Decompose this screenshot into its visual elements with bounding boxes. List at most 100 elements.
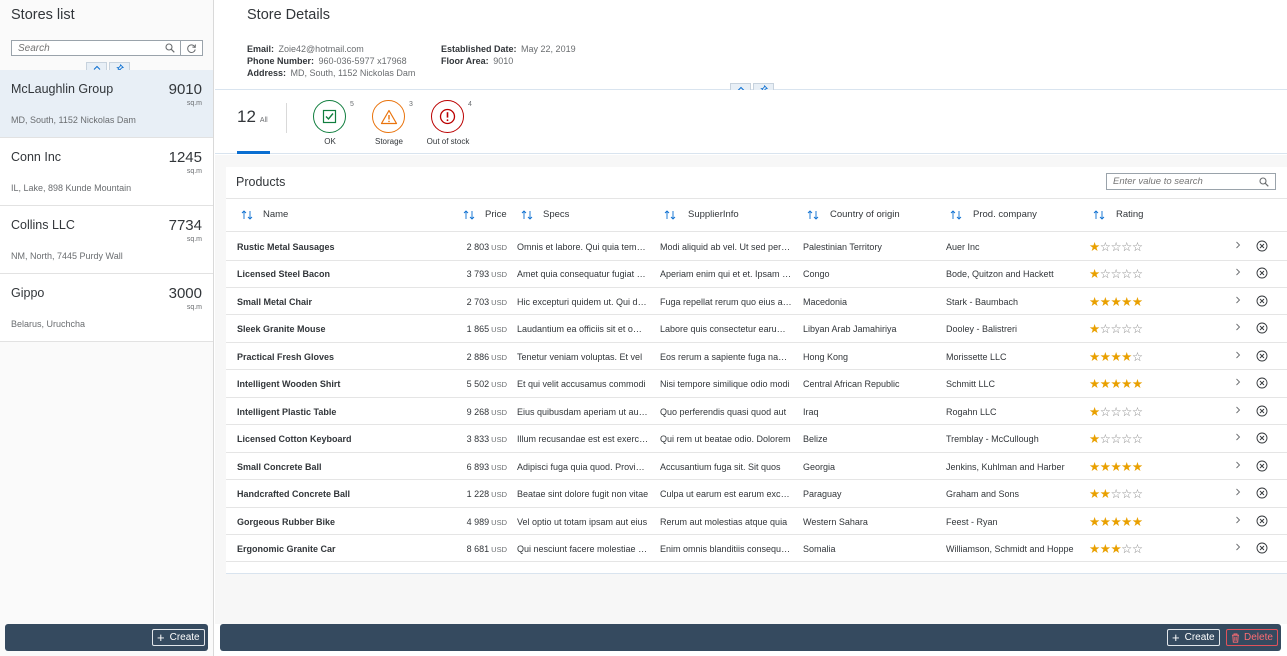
rating-stars: ★★★★★ [1089, 459, 1143, 474]
sort-icon[interactable] [521, 209, 533, 220]
star-empty-icon: ☆ [1131, 404, 1143, 419]
search-icon[interactable] [160, 41, 180, 55]
price-value: 8 681 [466, 543, 490, 554]
products-search-input[interactable] [1107, 174, 1255, 189]
table-row[interactable]: Small Metal Chair 2 703 USD Hic excepturi q… [226, 288, 1287, 316]
delete-row-icon[interactable] [1256, 350, 1268, 364]
star-empty-icon: ☆ [1131, 541, 1143, 556]
sort-icon[interactable] [241, 209, 253, 220]
column-header-specs[interactable]: Specs [521, 209, 569, 220]
column-header-price[interactable]: Price [463, 209, 507, 220]
delete-store-button[interactable]: Delete [1226, 629, 1278, 646]
rating-stars: ★★★★★ [1089, 376, 1143, 391]
table-row[interactable]: Licensed Cotton Keyboard 3 833 USD Illum re… [226, 425, 1287, 453]
column-header-supplier[interactable]: SupplierInfo [664, 209, 739, 220]
sort-icon[interactable] [463, 209, 475, 220]
store-list-item[interactable]: Collins LLC 7734 sq.m NM, North, 7445 Pu… [0, 206, 213, 274]
tab-ok[interactable]: 5 OK [301, 100, 361, 150]
navigation-icon[interactable] [1234, 460, 1242, 472]
tab-all[interactable]: 12 All [237, 107, 268, 127]
star-filled-icon: ★ [1121, 459, 1132, 474]
product-price: 2 886 USD [426, 352, 507, 362]
product-name: Intelligent Wooden Shirt [237, 379, 341, 390]
table-row[interactable]: Small Concrete Ball 6 893 USD Adipisci fuga… [226, 453, 1287, 481]
product-price: 4 989 USD [426, 517, 507, 527]
price-currency: USD [491, 407, 507, 417]
store-search-input[interactable] [12, 41, 161, 55]
create-product-button[interactable]: + Create [1167, 629, 1220, 646]
delete-row-icon[interactable] [1256, 322, 1268, 336]
delete-row-icon[interactable] [1256, 240, 1268, 254]
navigation-icon[interactable] [1234, 515, 1242, 527]
product-specs: Beatae sint dolore fugit non vitae [517, 489, 649, 500]
delete-row-icon[interactable] [1256, 515, 1268, 529]
email-value: Zoie42@hotmail.com [278, 44, 364, 54]
sort-icon[interactable] [807, 209, 819, 220]
icon-tab-bar: 12 All 5 OK 3 Storage 4 Out of stock [215, 90, 1287, 154]
table-row[interactable]: Gorgeous Rubber Bike 4 989 USD Vel optio ut… [226, 508, 1287, 535]
delete-store-label: Delete [1244, 632, 1273, 643]
column-header-company[interactable]: Prod. company [950, 209, 1037, 220]
sort-icon[interactable] [1093, 209, 1105, 220]
table-row[interactable]: Rustic Metal Sausages 2 803 USD Omnis et la… [226, 233, 1287, 261]
table-row[interactable]: Licensed Steel Bacon 3 793 USD Amet quia co… [226, 260, 1287, 288]
delete-row-icon[interactable] [1256, 295, 1268, 309]
table-row[interactable]: Intelligent Wooden Shirt 5 502 USD Et qui v… [226, 370, 1287, 398]
product-name: Licensed Steel Bacon [237, 269, 331, 280]
product-price: 6 893 USD [426, 462, 507, 472]
column-header-country[interactable]: Country of origin [807, 209, 900, 220]
tab-storage[interactable]: 3 Storage [360, 100, 420, 150]
product-country: Palestinian Territory [803, 242, 882, 252]
table-row[interactable]: Handcrafted Concrete Ball 1 228 USD Beatae … [226, 480, 1287, 508]
product-name: Sleek Granite Mouse [237, 324, 326, 335]
table-row[interactable]: Ergonomic Granite Car 8 681 USD Qui nesciun… [226, 535, 1287, 563]
product-company: Schmitt LLC [946, 379, 996, 390]
store-area: 9010 [168, 81, 202, 98]
store-search-field[interactable] [11, 40, 203, 56]
delete-row-icon[interactable] [1256, 542, 1268, 556]
navigation-icon[interactable] [1234, 405, 1242, 417]
stores-list-title: Stores list [11, 7, 75, 23]
delete-row-icon[interactable] [1256, 267, 1268, 281]
navigation-icon[interactable] [1234, 542, 1242, 554]
delete-row-icon[interactable] [1256, 377, 1268, 391]
navigation-icon[interactable] [1234, 322, 1242, 334]
search-icon[interactable] [1255, 176, 1273, 187]
store-list-item[interactable]: Conn Inc 1245 sq.m IL, Lake, 898 Kunde M… [0, 138, 213, 206]
navigation-icon[interactable] [1234, 350, 1242, 362]
sort-icon[interactable] [664, 209, 676, 220]
navigation-icon[interactable] [1234, 240, 1242, 252]
delete-row-icon[interactable] [1256, 405, 1268, 419]
navigation-icon[interactable] [1234, 267, 1242, 279]
star-filled-icon: ★ [1089, 267, 1100, 282]
navigation-icon[interactable] [1234, 487, 1242, 499]
navigation-icon[interactable] [1234, 295, 1242, 307]
star-empty-icon: ☆ [1110, 487, 1122, 502]
sort-icon[interactable] [950, 209, 962, 220]
products-search-field[interactable] [1106, 173, 1276, 190]
delete-row-icon[interactable] [1256, 460, 1268, 474]
product-country: Iraq [803, 406, 819, 417]
star-empty-icon: ☆ [1121, 267, 1132, 282]
column-header-rating[interactable]: Rating [1093, 209, 1143, 220]
price-value: 3 833 [466, 434, 490, 445]
table-row[interactable]: Practical Fresh Gloves 2 886 USD Tenetur ve… [226, 343, 1287, 371]
navigation-icon[interactable] [1234, 377, 1242, 389]
delete-row-icon[interactable] [1256, 432, 1268, 446]
store-list-item[interactable]: Gippo 3000 sq.m Belarus, Uruchcha [0, 274, 213, 342]
product-specs: Amet quia consequatur fugiat eos [517, 269, 649, 280]
all-label: All [259, 117, 268, 124]
star-filled-icon: ★ [1110, 514, 1122, 529]
product-company: Graham and Sons [946, 489, 1020, 500]
navigation-icon[interactable] [1234, 432, 1242, 444]
table-row[interactable]: Sleek Granite Mouse 1 865 USD Laudantium ea… [226, 315, 1287, 343]
price-currency: USD [491, 270, 507, 280]
table-row[interactable]: Intelligent Plastic Table 9 268 USD Eius qu… [226, 398, 1287, 426]
address-label: Address: [247, 68, 287, 78]
refresh-icon[interactable] [180, 41, 202, 55]
tab-out-of-stock[interactable]: 4 Out of stock [419, 100, 479, 150]
store-list-item[interactable]: McLaughlin Group 9010 sq.m MD, South, 11… [0, 70, 213, 138]
delete-row-icon[interactable] [1256, 487, 1268, 501]
create-store-button[interactable]: + Create [152, 629, 205, 646]
column-header-name[interactable]: Name [241, 209, 288, 220]
